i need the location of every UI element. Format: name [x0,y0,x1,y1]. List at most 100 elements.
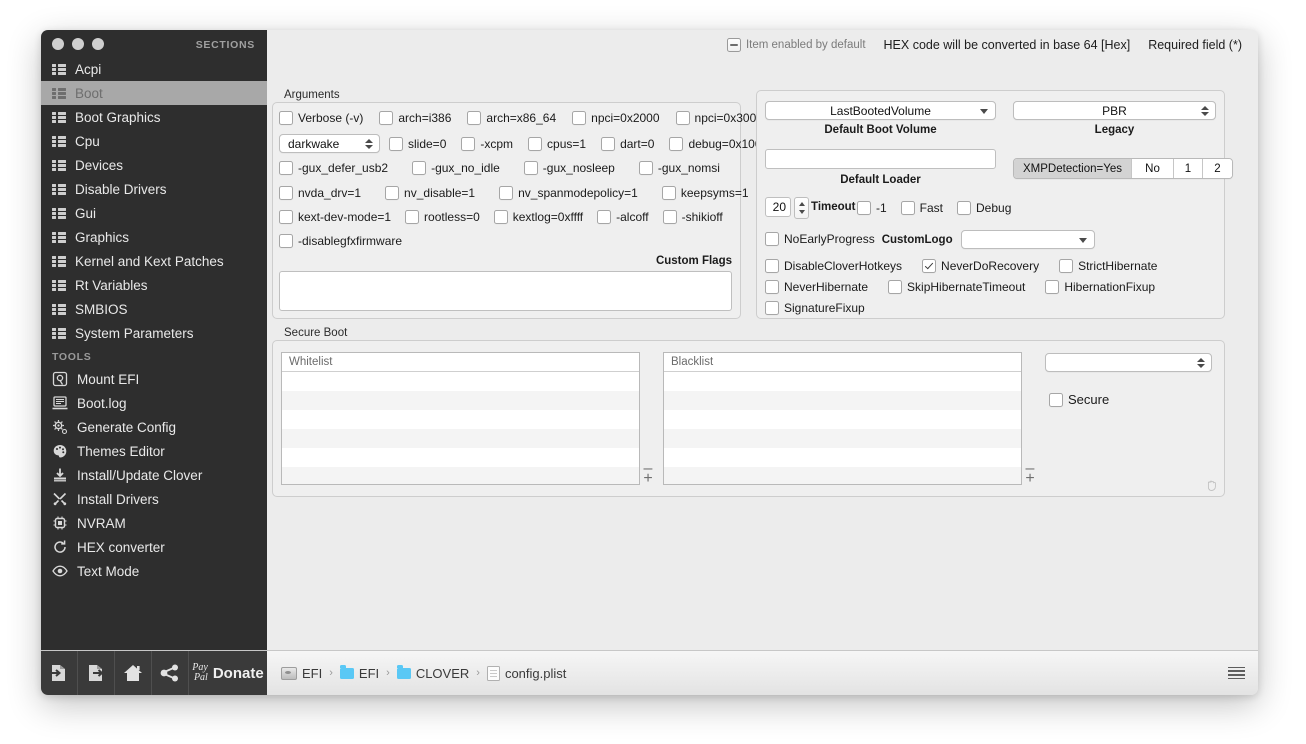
checkbox-signaturefixup[interactable]: SignatureFixup [765,301,865,315]
resize-grip-icon[interactable] [1204,478,1218,492]
timeout-input[interactable]: 20 [765,197,791,217]
table-row[interactable] [282,372,639,391]
xmp-segment-3[interactable]: 2 [1203,159,1232,178]
checkbox-gux-nomsi[interactable]: -gux_nomsi [638,161,720,175]
checkbox-npci-0x2000[interactable]: npci=0x2000 [572,111,660,125]
checkbox-fast[interactable]: Fast [900,201,943,215]
breadcrumb-item-efi[interactable]: EFI [281,666,322,681]
minimize-button[interactable] [72,37,84,50]
checkbox-npci-0x3000[interactable]: npci=0x3000 [675,111,763,125]
checkbox-arch-i386[interactable]: arch=i386 [379,111,451,125]
table-row[interactable] [664,372,1021,391]
checkbox-debug-0x100[interactable]: debug=0x100 [669,137,762,151]
blacklist-add-button[interactable]: + [1022,471,1038,487]
xmp-segment-2[interactable]: 1 [1174,159,1203,178]
checkbox-dart-0[interactable]: dart=0 [601,137,654,151]
darkwake-select[interactable]: darkwake [279,134,380,153]
checkbox-1[interactable]: -1 [857,201,887,215]
checkbox-rootless-0[interactable]: rootless=0 [405,210,480,224]
xmp-segment-0[interactable]: XMPDetection=Yes [1014,159,1132,178]
import-button[interactable] [41,651,78,695]
donate-button[interactable]: Pay Pal Donate [189,651,267,695]
sidebar-item-acpi[interactable]: Acpi [41,57,267,81]
sidebar-item-system-parameters[interactable]: System Parameters [41,321,267,345]
checkbox-keepsyms-1[interactable]: keepsyms=1 [661,186,749,200]
checkbox-kext-dev-mode-1[interactable]: kext-dev-mode=1 [279,210,391,224]
checkbox-hibernationfixup[interactable]: HibernationFixup [1045,280,1155,294]
checkbox-gux-nosleep[interactable]: -gux_nosleep [523,161,615,175]
checkbox-nvda-drv-1[interactable]: nvda_drv=1 [279,186,361,200]
default-boot-volume-select[interactable]: LastBootedVolume [765,101,996,120]
sidebar-tool-generate-config[interactable]: Generate Config [41,415,267,439]
sidebar-tool-boot-log[interactable]: Boot.log [41,391,267,415]
checkbox-kextlog-0xffff[interactable]: kextlog=0xffff [493,210,583,224]
sidebar-tool-hex-converter[interactable]: HEX converter [41,535,267,559]
checkbox-cpus-1[interactable]: cpus=1 [528,137,586,151]
close-button[interactable] [52,37,64,50]
breadcrumb-item-clover[interactable]: CLOVER [396,664,469,681]
checkbox-gux-defer-usb2[interactable]: -gux_defer_usb2 [279,161,388,175]
share-button[interactable] [152,651,189,695]
table-row[interactable] [282,429,639,448]
table-row[interactable] [664,448,1021,467]
custom-flags-input[interactable] [279,271,732,311]
sidebar-item-graphics[interactable]: Graphics [41,225,267,249]
sidebar-tool-nvram[interactable]: NVRAM [41,511,267,535]
checkbox-shikioff[interactable]: -shikioff [662,210,723,224]
whitelist-table[interactable]: Whitelist [281,352,640,485]
checkbox-alcoff[interactable]: -alcoff [597,210,649,224]
sidebar-item-kernel-and-kext-patches[interactable]: Kernel and Kext Patches [41,249,267,273]
table-row[interactable] [664,410,1021,429]
whitelist-add-button[interactable]: + [640,471,656,487]
checkbox-slide-0[interactable]: slide=0 [389,137,446,151]
custom-logo-select[interactable] [960,230,1095,249]
home-button[interactable] [115,651,152,695]
table-row[interactable] [664,429,1021,448]
sidebar-item-boot[interactable]: Boot [41,81,267,105]
sidebar-item-gui[interactable]: Gui [41,201,267,225]
table-row[interactable] [664,467,1021,484]
secure-policy-select[interactable] [1045,353,1212,372]
sidebar-item-rt-variables[interactable]: Rt Variables [41,273,267,297]
menu-button[interactable] [1214,651,1258,695]
blacklist-table[interactable]: Blacklist [663,352,1022,485]
sidebar-item-disable-drivers[interactable]: Disable Drivers [41,177,267,201]
timeout-stepper[interactable] [794,197,809,219]
checkbox-neverdorecovery[interactable]: NeverDoRecovery [922,259,1039,273]
checkbox-skiphibernatetimeout[interactable]: SkipHibernateTimeout [888,280,1025,294]
sidebar-tool-themes-editor[interactable]: Themes Editor [41,439,267,463]
breadcrumb-item-config-plist[interactable]: config.plist [486,665,566,681]
sidebar-item-boot-graphics[interactable]: Boot Graphics [41,105,267,129]
sidebar-tool-install-update-clover[interactable]: Install/Update Clover [41,463,267,487]
sidebar-item-cpu[interactable]: Cpu [41,129,267,153]
checkbox-neverhibernate[interactable]: NeverHibernate [765,280,868,294]
sidebar-tool-install-drivers[interactable]: Install Drivers [41,487,267,511]
table-row[interactable] [282,391,639,410]
checkbox-stricthibernate[interactable]: StrictHibernate [1059,259,1157,273]
checkbox-noearlyprogress[interactable]: NoEarlyProgress [765,232,875,247]
checkbox-disablegfxfirmware[interactable]: -disablegfxfirmware [279,234,402,248]
sidebar-tool-text-mode[interactable]: Text Mode [41,559,267,583]
checkbox-secure[interactable]: Secure [1049,392,1109,407]
table-row[interactable] [664,391,1021,410]
sidebar-item-devices[interactable]: Devices [41,153,267,177]
sidebar-tool-mount-efi[interactable]: Mount EFI [41,367,267,391]
checkbox-nv-spanmodepolicy-1[interactable]: nv_spanmodepolicy=1 [499,186,638,200]
xmp-segment-1[interactable]: No [1132,159,1174,178]
table-row[interactable] [282,410,639,429]
table-row[interactable] [282,448,639,467]
checkbox-debug[interactable]: Debug [957,201,1011,215]
zoom-button[interactable] [92,37,104,50]
sidebar-item-smbios[interactable]: SMBIOS [41,297,267,321]
checkbox-disablecloverhotkeys[interactable]: DisableCloverHotkeys [765,259,902,273]
default-loader-input[interactable] [765,149,996,169]
checkbox-gux-no-idle[interactable]: -gux_no_idle [412,161,500,175]
checkbox-xcpm[interactable]: -xcpm [461,137,513,151]
checkbox-nv-disable-1[interactable]: nv_disable=1 [385,186,475,200]
export-button[interactable] [78,651,115,695]
checkbox-arch-x86-64[interactable]: arch=x86_64 [467,111,556,125]
table-row[interactable] [282,467,639,484]
xmp-detection-segmented[interactable]: XMPDetection=Yes No 1 2 [1013,158,1233,179]
legacy-select[interactable]: PBR [1013,101,1216,120]
breadcrumb-item-efi[interactable]: EFI [339,664,379,681]
